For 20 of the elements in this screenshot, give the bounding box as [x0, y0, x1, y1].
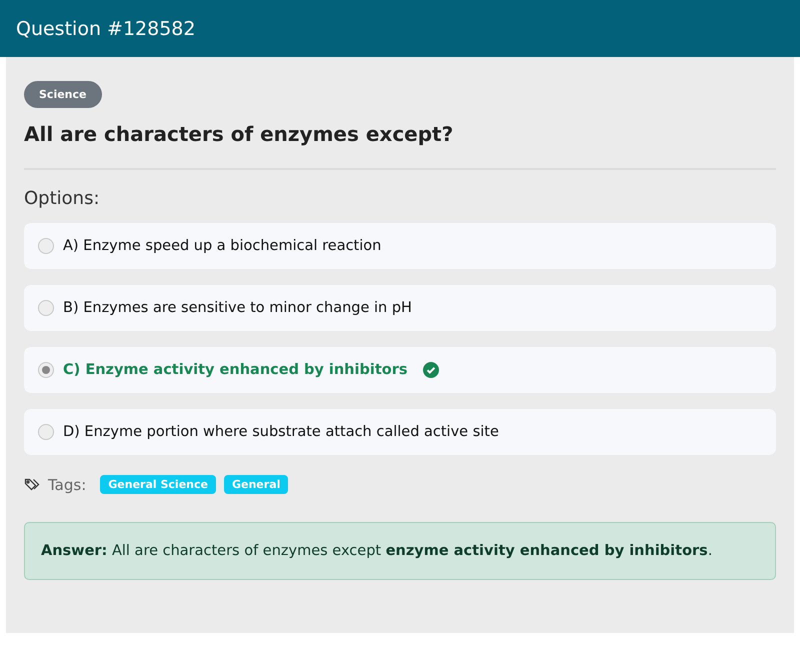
option-row[interactable]: D) Enzyme portion where substrate attach called active site	[24, 409, 776, 455]
category-badge: Science	[24, 81, 102, 108]
answer-text: Answer: All are characters of enzymes except enzyme activity enhanced by inhibitors.	[41, 543, 712, 559]
radio-button[interactable]	[38, 424, 54, 440]
question-text: All are characters of enzymes except?	[24, 122, 454, 146]
option-row[interactable]: B) Enzymes are sensitive to minor change in pH	[24, 285, 776, 331]
check-circle-icon	[422, 362, 438, 378]
radio-button[interactable]	[38, 362, 54, 378]
option-row[interactable]: C) Enzyme activity enhanced by inhibitors	[24, 347, 776, 393]
radio-button[interactable]	[38, 238, 54, 254]
page-title: Question #128582	[16, 18, 196, 40]
tags-icon	[24, 476, 40, 492]
option-text: C) Enzyme activity enhanced by inhibitors	[63, 362, 408, 378]
tags-label: Tags:	[48, 476, 86, 494]
radio-button[interactable]	[38, 300, 54, 316]
option-text: B) Enzymes are sensitive to minor change in pH	[63, 300, 412, 316]
options-label: Options:	[24, 188, 101, 209]
option-text: D) Enzyme portion where substrate attach called active site	[63, 424, 499, 440]
option-text: A) Enzyme speed up a biochemical reaction	[63, 238, 382, 254]
option-row[interactable]: A) Enzyme speed up a biochemical reaction	[24, 223, 776, 269]
